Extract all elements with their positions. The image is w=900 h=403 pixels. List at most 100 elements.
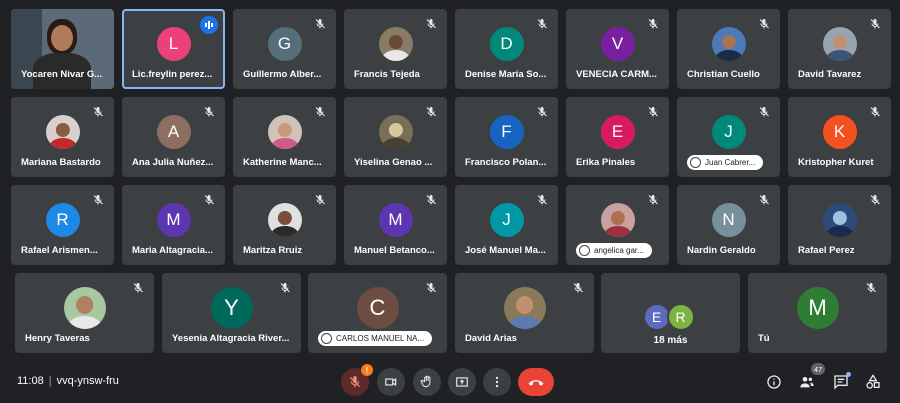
participant-tile[interactable]: Rafael Perez bbox=[788, 185, 891, 265]
participant-tile[interactable]: angelica gar... bbox=[566, 185, 669, 265]
participant-tile[interactable]: Yiselina Genao ... bbox=[344, 97, 447, 177]
participant-tile[interactable]: J José Manuel Ma... bbox=[455, 185, 558, 265]
participant-tile[interactable]: Y Yesenia Altagracia River... bbox=[162, 273, 301, 353]
participant-tile[interactable]: A Ana Julia Nuñez... bbox=[122, 97, 225, 177]
info-icon bbox=[767, 375, 781, 389]
participant-tile[interactable]: V VENECIA CARM... bbox=[566, 9, 669, 89]
participant-name: Rafael Arismen... bbox=[21, 245, 98, 256]
avatar: D bbox=[489, 27, 524, 62]
mic-off-icon bbox=[648, 195, 658, 205]
meeting-info: 11:08 | vvq-ynsw-fru bbox=[17, 375, 119, 387]
avatar-photo bbox=[378, 27, 413, 62]
participant-name: Yesenia Altagracia River... bbox=[172, 333, 290, 344]
participant-tile[interactable]: Christian Cuello bbox=[677, 9, 780, 89]
participant-tile[interactable]: M Manuel Betanco... bbox=[344, 185, 447, 265]
participant-tile[interactable]: G Guillermo Alber... bbox=[233, 9, 336, 89]
unread-dot bbox=[846, 372, 851, 377]
participant-tile[interactable]: F Francisco Polan... bbox=[455, 97, 558, 177]
participant-tile[interactable]: M Tú bbox=[748, 273, 887, 353]
participant-name: Tú bbox=[758, 333, 770, 344]
participant-tile[interactable]: Yocaren Nivar G... bbox=[11, 9, 114, 89]
mic-off-icon bbox=[648, 107, 658, 117]
present-screen-button[interactable] bbox=[448, 368, 476, 396]
mic-off-icon bbox=[280, 283, 290, 293]
participant-name: Manuel Betanco... bbox=[354, 245, 435, 256]
participant-name: José Manuel Ma... bbox=[465, 245, 546, 256]
avatar-photo bbox=[378, 115, 413, 150]
participant-tile[interactable]: Henry Taveras bbox=[15, 273, 154, 353]
participant-tile[interactable]: David Tavarez bbox=[788, 9, 891, 89]
avatar-photo bbox=[822, 27, 857, 62]
more-participants-label: 18 más bbox=[653, 335, 688, 346]
participant-name: Francisco Polan... bbox=[465, 157, 547, 168]
avatar-photo bbox=[711, 27, 746, 62]
mic-off-icon bbox=[537, 195, 547, 205]
speaking-indicator-icon bbox=[200, 16, 218, 34]
mic-off-icon bbox=[426, 283, 436, 293]
participants-button[interactable]: 47 bbox=[795, 363, 825, 394]
participant-tile[interactable]: J Juan Cabrer... bbox=[677, 97, 780, 177]
avatar: C bbox=[356, 287, 399, 330]
mic-off-icon bbox=[870, 19, 880, 29]
participant-name: Maritza Rruiz bbox=[243, 245, 303, 256]
participant-tile[interactable]: E R 18 más bbox=[601, 273, 740, 353]
more-vert-icon bbox=[495, 376, 499, 388]
people-icon bbox=[800, 377, 814, 388]
microphone-toggle-button[interactable]: ! bbox=[341, 364, 373, 396]
participant-tile[interactable]: D Denise María So... bbox=[455, 9, 558, 89]
raised-hand-icon bbox=[579, 245, 590, 256]
participant-name: Kristopher Kuret bbox=[798, 157, 874, 168]
participant-tile[interactable]: Mariana Bastardo bbox=[11, 97, 114, 177]
camera-toggle-button[interactable] bbox=[377, 368, 405, 396]
participant-name: Guillermo Alber... bbox=[243, 69, 322, 80]
mic-off-icon bbox=[315, 107, 325, 117]
participant-name: VENECIA CARM... bbox=[576, 69, 657, 80]
raised-hand-name-pill: angelica gar... bbox=[576, 243, 652, 258]
mic-off-icon bbox=[426, 195, 436, 205]
avatar: L bbox=[156, 27, 191, 62]
avatar-photo bbox=[267, 203, 302, 238]
participant-tile[interactable]: R Rafael Arismen... bbox=[11, 185, 114, 265]
avatar-photo bbox=[267, 115, 302, 150]
participant-tile[interactable]: Katherine Manc... bbox=[233, 97, 336, 177]
leave-call-button[interactable] bbox=[518, 368, 554, 396]
raised-hand-name-pill: Juan Cabrer... bbox=[687, 155, 764, 170]
participant-name: CARLOS MANUEL NA... bbox=[336, 334, 425, 343]
activities-button[interactable] bbox=[861, 370, 885, 394]
participant-tile[interactable]: N Nardin Geraldo bbox=[677, 185, 780, 265]
raise-hand-button[interactable] bbox=[413, 368, 441, 396]
mic-off-icon bbox=[133, 283, 143, 293]
mic-off-icon bbox=[573, 283, 583, 293]
avatar: A bbox=[156, 115, 191, 150]
mic-off-icon bbox=[759, 19, 769, 29]
warning-badge: ! bbox=[361, 364, 373, 376]
avatar: R bbox=[666, 303, 695, 331]
chat-button[interactable] bbox=[829, 370, 853, 394]
mic-off-icon bbox=[93, 107, 103, 117]
participant-tile[interactable]: C CARLOS MANUEL NA... bbox=[308, 273, 447, 353]
participant-name: Katherine Manc... bbox=[243, 157, 322, 168]
bottom-control-bar: 11:08 | vvq-ynsw-fru ! 47 bbox=[0, 362, 900, 403]
avatar: E bbox=[600, 115, 635, 150]
participant-name: Lic.freylin perez... bbox=[132, 69, 213, 80]
hand-icon bbox=[420, 375, 431, 388]
participant-name: Yocaren Nivar G... bbox=[21, 69, 103, 80]
participant-name: Erika Pinales bbox=[576, 157, 636, 168]
participant-tile[interactable]: Maritza Rruiz bbox=[233, 185, 336, 265]
participant-name: angelica gar... bbox=[594, 246, 644, 255]
participant-tile[interactable]: M Maria Altagracia... bbox=[122, 185, 225, 265]
participant-tile[interactable]: Francis Tejeda bbox=[344, 9, 447, 89]
more-options-button[interactable] bbox=[483, 368, 511, 396]
activities-icon bbox=[866, 374, 880, 389]
participant-tile[interactable]: L Lic.freylin perez... bbox=[122, 9, 225, 89]
participant-tile[interactable]: David Arias bbox=[455, 273, 594, 353]
meeting-details-button[interactable] bbox=[762, 370, 786, 394]
participant-tile[interactable]: K Kristopher Kuret bbox=[788, 97, 891, 177]
avatar: M bbox=[796, 287, 839, 330]
participant-tile[interactable]: E Erika Pinales bbox=[566, 97, 669, 177]
mic-off-icon bbox=[870, 195, 880, 205]
participant-name: David Tavarez bbox=[798, 69, 862, 80]
participant-name: Christian Cuello bbox=[687, 69, 760, 80]
avatar: G bbox=[267, 27, 302, 62]
raised-hand-icon bbox=[690, 157, 701, 168]
